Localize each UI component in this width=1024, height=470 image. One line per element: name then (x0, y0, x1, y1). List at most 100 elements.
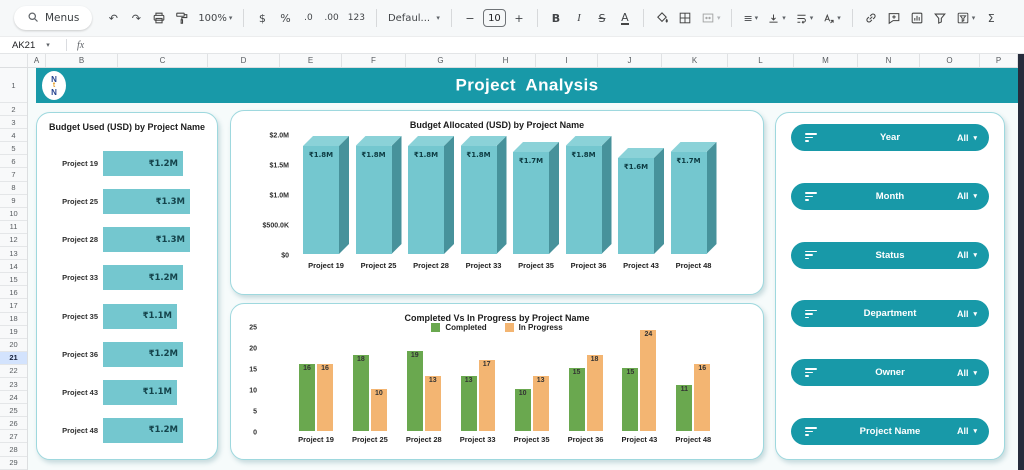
column-header-D[interactable]: D (208, 54, 280, 67)
column-3d[interactable]: ₹1.8M (566, 136, 612, 254)
row-header-25[interactable]: 25 (0, 404, 27, 417)
more-formats-button[interactable]: 123 (345, 6, 368, 30)
bar[interactable]: ₹1.1M (103, 304, 177, 329)
column-3d[interactable]: ₹1.8M (461, 136, 507, 254)
column-3d[interactable]: ₹1.8M (356, 136, 402, 254)
fill-color-button[interactable] (652, 6, 672, 30)
row-header-7[interactable]: 7 (0, 168, 27, 181)
grouped-bar[interactable]: 13 (425, 376, 441, 431)
column-3d[interactable]: ₹1.6M (618, 148, 664, 254)
bar[interactable]: ₹1.2M (103, 265, 183, 290)
row-header-3[interactable]: 3 (0, 116, 27, 129)
grouped-bar[interactable]: 16 (694, 364, 710, 431)
column-header-C[interactable]: C (118, 54, 208, 67)
select-all-corner[interactable] (0, 54, 28, 67)
row-header-14[interactable]: 14 (0, 260, 27, 273)
row-header-12[interactable]: 12 (0, 234, 27, 247)
row-header-22[interactable]: 22 (0, 365, 27, 378)
grouped-bar[interactable]: 18 (353, 355, 369, 431)
undo-button[interactable]: ↶ (103, 6, 123, 30)
column-header-M[interactable]: M (794, 54, 858, 67)
filter-pill-status[interactable]: StatusAll▾ (791, 242, 989, 269)
column-3d[interactable]: ₹1.8M (408, 136, 454, 254)
row-header-26[interactable]: 26 (0, 417, 27, 430)
print-button[interactable] (149, 6, 169, 30)
filter-value-dropdown[interactable]: All▾ (957, 426, 977, 436)
column-header-P[interactable]: P (980, 54, 1018, 67)
row-header-16[interactable]: 16 (0, 286, 27, 299)
grouped-bar[interactable]: 13 (533, 376, 549, 431)
grouped-bar[interactable]: 11 (676, 385, 692, 431)
row-header-19[interactable]: 19 (0, 326, 27, 339)
bar[interactable]: ₹1.2M (103, 342, 183, 367)
budget-used-chart[interactable]: Budget Used (USD) by Project Name Projec… (36, 112, 218, 460)
currency-format-button[interactable]: $ (252, 6, 272, 30)
filter-pill-year[interactable]: YearAll▾ (791, 124, 989, 151)
row-header-13[interactable]: 13 (0, 247, 27, 260)
column-3d[interactable]: ₹1.8M (303, 136, 349, 254)
column-header-G[interactable]: G (406, 54, 476, 67)
grouped-bar[interactable]: 16 (299, 364, 315, 431)
bar[interactable]: ₹1.3M (103, 227, 190, 252)
row-header-6[interactable]: 6 (0, 155, 27, 168)
filter-value-dropdown[interactable]: All▾ (957, 191, 977, 201)
filter-pill-project-name[interactable]: Project NameAll▾ (791, 418, 989, 445)
row-header-11[interactable]: 11 (0, 221, 27, 234)
grouped-bar[interactable]: 15 (622, 368, 638, 431)
font-name-selector[interactable]: Defaul...▾ (385, 6, 443, 30)
grouped-bar[interactable]: 13 (461, 376, 477, 431)
column-header-F[interactable]: F (342, 54, 406, 67)
grouped-bar[interactable]: 19 (407, 351, 423, 431)
text-wrap-button[interactable]: ▾ (792, 6, 817, 30)
filter-value-dropdown[interactable]: All▾ (957, 133, 977, 143)
column-header-N[interactable]: N (858, 54, 920, 67)
grouped-bar[interactable]: 15 (569, 368, 585, 431)
filter-value-dropdown[interactable]: All▾ (957, 309, 977, 319)
budget-allocated-chart[interactable]: Budget Allocated (USD) by Project Name $… (230, 110, 764, 295)
column-header-L[interactable]: L (728, 54, 794, 67)
filter-pill-owner[interactable]: OwnerAll▾ (791, 359, 989, 386)
row-header-29[interactable]: 29 (0, 457, 27, 470)
row-header-10[interactable]: 10 (0, 208, 27, 221)
column-header-B[interactable]: B (46, 54, 118, 67)
column-header-E[interactable]: E (280, 54, 342, 67)
decrease-decimal-button[interactable]: .0 (298, 6, 318, 30)
italic-button[interactable]: I (569, 6, 589, 30)
row-header-8[interactable]: 8 (0, 182, 27, 195)
bold-button[interactable]: B (546, 6, 566, 30)
filter-value-dropdown[interactable]: All▾ (957, 368, 977, 378)
column-header-O[interactable]: O (920, 54, 980, 67)
bar[interactable]: ₹1.1M (103, 380, 177, 405)
row-header-5[interactable]: 5 (0, 142, 27, 155)
column-header-H[interactable]: H (476, 54, 536, 67)
grouped-bar[interactable]: 16 (317, 364, 333, 431)
borders-button[interactable] (675, 6, 695, 30)
bar[interactable]: ₹1.3M (103, 189, 190, 214)
decrease-font-size-button[interactable]: − (460, 6, 480, 30)
row-header-2[interactable]: 2 (0, 103, 27, 116)
bar[interactable]: ₹1.2M (103, 418, 183, 443)
row-header-27[interactable]: 27 (0, 430, 27, 443)
text-rotation-button[interactable]: ▾ (819, 6, 844, 30)
row-header-23[interactable]: 23 (0, 378, 27, 391)
column-header-I[interactable]: I (536, 54, 598, 67)
paint-format-button[interactable] (172, 6, 192, 30)
text-color-button[interactable]: A (615, 6, 635, 30)
sheet-area[interactable]: N t N Project Analysis Budget Used (USD)… (28, 68, 1018, 470)
completed-inprogress-chart[interactable]: Completed Vs In Progress by Project Name… (230, 303, 764, 460)
grouped-bar[interactable]: 10 (515, 389, 531, 431)
row-header-15[interactable]: 15 (0, 273, 27, 286)
strikethrough-button[interactable]: S (592, 6, 612, 30)
column-header-K[interactable]: K (662, 54, 728, 67)
column-3d[interactable]: ₹1.7M (513, 142, 559, 254)
insert-chart-button[interactable] (907, 6, 927, 30)
formula-input[interactable]: fx (77, 40, 84, 51)
horizontal-align-button[interactable]: ≡▾ (740, 6, 761, 30)
row-header-21[interactable]: 21 (0, 352, 27, 365)
column-header-A[interactable]: A (28, 54, 46, 67)
filter-views-button[interactable]: ▾ (953, 6, 979, 30)
menus-button[interactable]: Menus (14, 6, 92, 30)
vertical-scrollbar[interactable] (1018, 54, 1024, 470)
functions-button[interactable]: Σ (981, 6, 1001, 30)
vertical-align-button[interactable]: ▾ (764, 6, 789, 30)
